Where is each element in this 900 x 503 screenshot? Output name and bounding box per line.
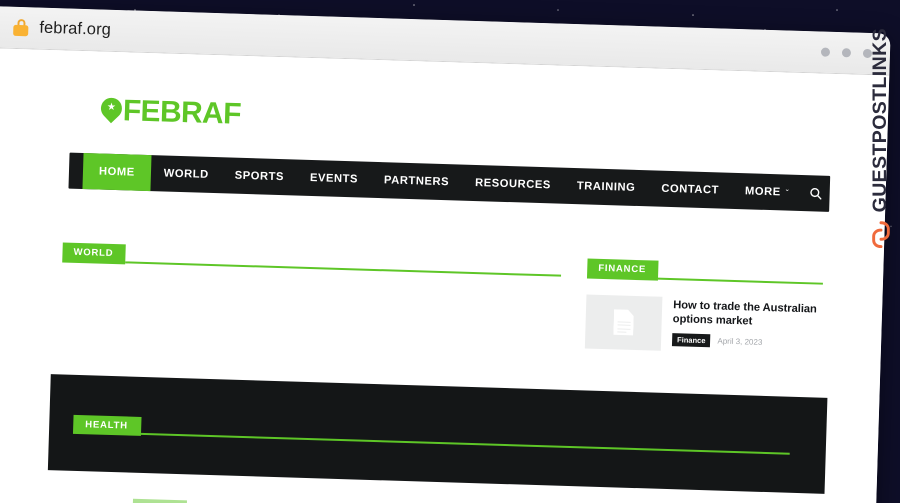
nav-item-sports[interactable]: SPORTS — [221, 157, 297, 195]
watermark-text: GUESTPOSTLINKS — [869, 28, 892, 213]
section-rule — [140, 433, 790, 455]
nav-item-label: WORLD — [163, 167, 209, 181]
section-header-health: HEALTH — [72, 414, 790, 455]
section-rule — [657, 277, 823, 285]
section-tag-finance[interactable]: FINANCE — [586, 258, 659, 281]
nav-item-label: HOME — [98, 165, 135, 179]
section-tag-health[interactable]: HEALTH — [72, 414, 142, 436]
window-dot-2[interactable] — [841, 48, 852, 58]
nav-item-label: EVENTS — [309, 171, 359, 186]
nav-item-world[interactable]: WORLD — [150, 155, 222, 193]
list-item[interactable]: How to trade the Australian options mark… — [584, 293, 823, 356]
nav-leading-spacer — [68, 153, 83, 189]
finance-column: FINANCE How to trade the Australian opti… — [584, 258, 824, 356]
chain-link-icon — [870, 220, 892, 250]
nav-item-events[interactable]: EVENTS — [296, 160, 371, 198]
status-badge[interactable]: Finance — [671, 333, 711, 348]
page-canvas: ★ FEBRAF HOME WORLD SPORTS EVENTS PARTNE… — [0, 47, 890, 503]
search-icon[interactable] — [801, 175, 830, 212]
section-tag-world[interactable]: WORLD — [62, 242, 126, 264]
main-navigation: HOME WORLD SPORTS EVENTS PARTNERS RESOUR… — [68, 152, 831, 212]
nav-item-label: RESOURCES — [474, 177, 552, 192]
article-date: April 3, 2023 — [717, 336, 763, 347]
nav-item-more[interactable]: MORE ˇ — [731, 173, 802, 211]
nav-item-home[interactable]: HOME — [82, 153, 152, 192]
screenshot-stage: febraf.org ★ FEBRAF HOME WORLD SPORTS EV… — [0, 0, 900, 503]
address-bar-url[interactable]: febraf.org — [39, 19, 111, 40]
map-pin-star-icon: ★ — [96, 93, 127, 125]
article-title[interactable]: How to trade the Australian options mark… — [673, 298, 823, 332]
watermark: GUESTPOSTLINKS — [864, 28, 898, 288]
nav-item-label: MORE — [744, 185, 781, 199]
health-section-block: HEALTH — [47, 373, 828, 494]
document-placeholder-icon — [613, 309, 634, 336]
next-section-tag-sliver — [132, 498, 188, 503]
section-header-world: WORLD — [62, 242, 562, 277]
article-meta: Finance April 3, 2023 — [671, 333, 821, 350]
nav-item-resources[interactable]: RESOURCES — [462, 165, 565, 204]
content-columns: WORLD FINANCE How to trade the Australia… — [60, 242, 823, 355]
nav-item-contact[interactable]: CONTACT — [648, 170, 733, 209]
nav-item-label: TRAINING — [576, 180, 636, 194]
nav-item-partners[interactable]: PARTNERS — [370, 162, 462, 201]
article-body: How to trade the Australian options mark… — [671, 297, 823, 356]
site-logo-text: FEBRAF — [122, 94, 242, 131]
section-header-finance: FINANCE — [586, 258, 823, 285]
lock-icon — [13, 18, 29, 37]
nav-item-label: SPORTS — [234, 169, 285, 184]
nav-item-label: CONTACT — [661, 182, 720, 197]
nav-item-label: PARTNERS — [383, 174, 450, 189]
article-thumbnail — [584, 293, 663, 351]
nav-item-training[interactable]: TRAINING — [563, 168, 649, 207]
world-column: WORLD — [60, 242, 562, 347]
window-dot-1[interactable] — [820, 47, 831, 57]
chevron-down-icon: ˇ — [785, 188, 790, 198]
browser-window: febraf.org ★ FEBRAF HOME WORLD SPORTS EV… — [0, 6, 891, 503]
section-rule — [125, 261, 562, 277]
